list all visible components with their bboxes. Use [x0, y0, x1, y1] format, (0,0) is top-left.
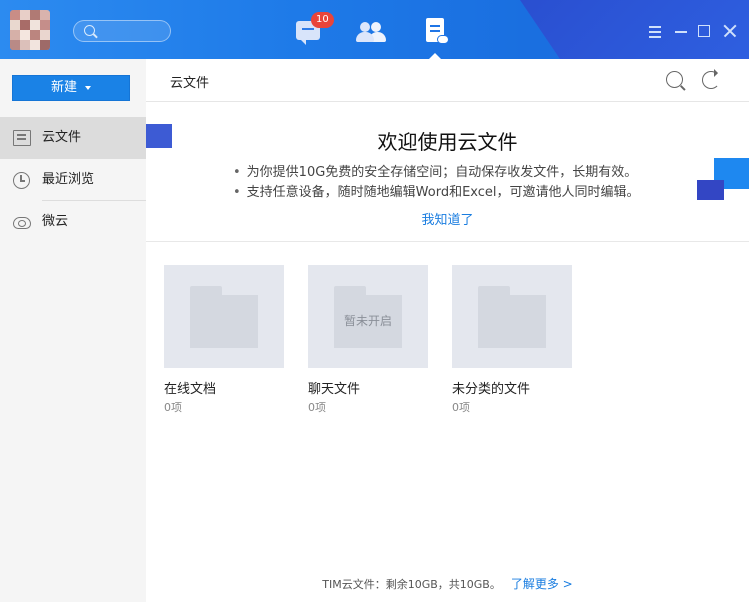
dropdown-arrow-icon [85, 85, 91, 90]
sidebar-item-label: 云文件 [42, 130, 82, 145]
folder-thumbnail: 暂未开启 [308, 265, 428, 368]
folder-count: 0项 [308, 401, 326, 414]
minimize-icon[interactable] [674, 24, 688, 38]
folder-overlay-text [190, 295, 258, 348]
folder-overlay-text: 暂未开启 [343, 314, 392, 328]
clock-icon [13, 172, 30, 189]
toolbar: 云文件 [146, 59, 749, 102]
search-box[interactable] [73, 20, 171, 42]
folder-name: 在线文档 [164, 382, 217, 397]
banner-line: 支持任意设备，随时随地编辑Word和Excel，可邀请他人同时编辑。 [233, 181, 640, 200]
learn-more-link[interactable]: 了解更多 > [511, 577, 573, 591]
decorative-square [697, 180, 724, 200]
new-button[interactable]: 新建 [12, 75, 130, 101]
folder-overlay-text [478, 295, 546, 348]
sidebar: 新建 云文件 最近浏览 微云 [0, 59, 146, 602]
storage-footer: TIM云文件：剩余10GB，共10GB。 了解更多 > [146, 575, 749, 592]
welcome-banner: 欢迎使用云文件 为你提供10G免费的安全存储空间；自动保存收发文件，长期有效。 … [146, 102, 749, 242]
title-bar: 10 [0, 0, 749, 59]
folder-name: 未分类的文件 [452, 382, 531, 397]
dismiss-link[interactable]: 我知道了 [146, 209, 749, 228]
unread-badge: 10 [311, 12, 334, 28]
sidebar-item-cloud-files[interactable]: 云文件 [0, 117, 146, 159]
folder-online-docs[interactable]: 在线文档 0项 [164, 265, 284, 415]
breadcrumb: 云文件 [170, 76, 210, 91]
folder-uncategorized[interactable]: 未分类的文件 0项 [452, 265, 572, 415]
search-icon [84, 25, 95, 36]
close-icon[interactable] [722, 24, 737, 38]
storage-text: TIM云文件：剩余10GB，共10GB。 [322, 578, 501, 591]
folder-count: 0项 [164, 401, 182, 414]
sidebar-item-recent[interactable]: 最近浏览 [0, 159, 146, 201]
refresh-icon[interactable] [702, 69, 720, 89]
contacts-icon[interactable] [356, 18, 386, 46]
folder-chat-files[interactable]: 暂未开启 聊天文件 0项 [308, 265, 428, 415]
banner-line: 为你提供10G免费的安全存储空间；自动保存收发文件，长期有效。 [233, 161, 638, 180]
file-icon[interactable] [423, 18, 453, 46]
banner-title: 欢迎使用云文件 [377, 130, 518, 154]
folder-name: 聊天文件 [308, 382, 361, 397]
titlebar-decoration [520, 0, 749, 59]
cloud-file-icon [13, 130, 31, 146]
search-icon[interactable] [666, 71, 683, 88]
folder-thumbnail [164, 265, 284, 368]
sidebar-item-label: 微云 [42, 214, 69, 229]
avatar[interactable] [10, 10, 50, 50]
maximize-icon[interactable] [698, 25, 710, 37]
new-button-label: 新建 [50, 80, 77, 95]
sidebar-item-label: 最近浏览 [42, 172, 95, 187]
sidebar-item-weiyun[interactable]: 微云 [0, 201, 146, 243]
weiyun-cloud-icon [13, 217, 31, 229]
main-panel: 云文件 欢迎使用云文件 为你提供10G免费的安全存储空间；自动保存收发文件，长期… [146, 59, 749, 602]
folder-count: 0项 [452, 401, 470, 414]
menu-icon[interactable] [648, 24, 662, 38]
folder-thumbnail [452, 265, 572, 368]
